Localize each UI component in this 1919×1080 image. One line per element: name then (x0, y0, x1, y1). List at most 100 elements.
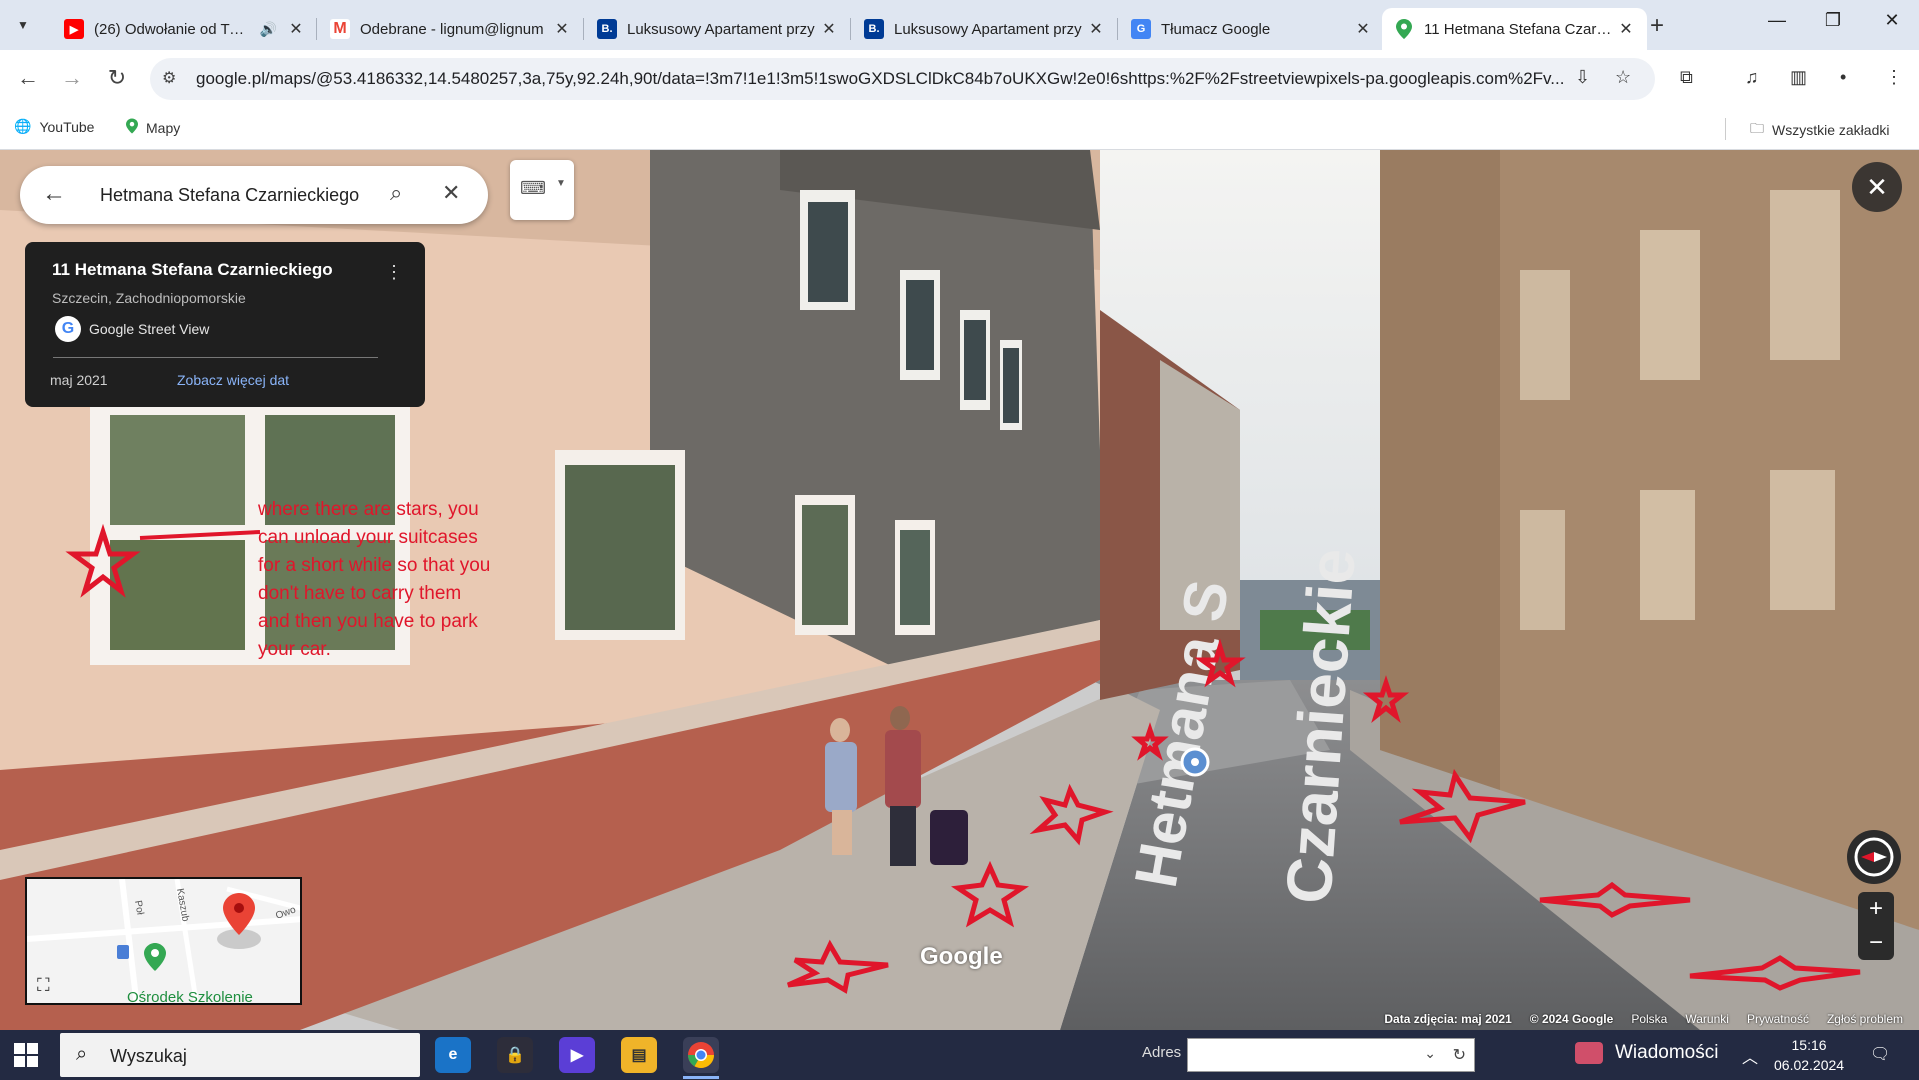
tab-title: (26) Odwołanie od Tuska! P (94, 20, 250, 38)
booking-icon: B. (864, 19, 884, 39)
close-tab-icon[interactable]: ✕ (1354, 19, 1372, 39)
address-toolbar-input[interactable]: ⌄ ↻ (1187, 1038, 1475, 1072)
url-text[interactable]: google.pl/maps/@53.4186332,14.5480257,3a… (196, 69, 1586, 89)
site-info-icon[interactable]: ⚙ (162, 68, 176, 88)
zoom-out-button[interactable]: − (1858, 926, 1894, 960)
annotation-text: where there are stars, you can unload yo… (258, 499, 491, 660)
clock-time: 15:16 (1791, 1037, 1827, 1053)
keyboard-icon: ⌨ (520, 178, 546, 198)
refresh-icon[interactable]: ↻ (1453, 1045, 1466, 1065)
address-toolbar-label: Adres (1142, 1044, 1182, 1061)
minimap-street-label: Kaszub (174, 888, 191, 923)
tab-strip: ▼ ▶ (26) Odwołanie od Tuska! P 🔊 ✕ M Ode… (0, 0, 1919, 50)
globe-icon: 🌐 (14, 118, 32, 134)
tab-separator (583, 18, 584, 40)
footer-link-terms[interactable]: Warunki (1685, 1012, 1729, 1026)
place-subtitle: Szczecin, Zachodniopomorskie (52, 290, 246, 306)
tab-maps-active[interactable]: 11 Hetmana Stefana Czarnieckiego ✕ (1382, 8, 1647, 50)
media-player-icon[interactable]: ▶ (559, 1037, 595, 1073)
tab-gmail[interactable]: M Odebrane - lignum@lignum ✕ (318, 8, 583, 50)
minimize-icon[interactable]: — (1757, 10, 1797, 31)
bookmark-youtube[interactable]: 🌐 YouTube (14, 118, 94, 135)
zoom-in-button[interactable]: + (1858, 892, 1894, 926)
bookmark-star-icon[interactable]: ☆ (1615, 67, 1631, 88)
windows-start-icon[interactable] (14, 1043, 38, 1067)
tray-chevron-icon[interactable]: ︿ (1742, 1044, 1758, 1068)
new-tab-button[interactable]: + (1650, 12, 1664, 40)
taskbar-search-box[interactable]: ⌕ Wyszukaj (60, 1033, 420, 1077)
tab-booking-1[interactable]: B. Luksusowy Apartament przy ✕ (585, 8, 850, 50)
side-panel-icon[interactable]: ▥ (1790, 67, 1807, 88)
search-input[interactable] (100, 180, 390, 210)
chevron-down-icon[interactable]: ⌄ (1424, 1045, 1436, 1062)
bookmark-mapy[interactable]: Mapy (126, 118, 180, 137)
news-widget[interactable]: Wiadomości (1575, 1042, 1718, 1064)
tab-booking-2[interactable]: B. Luksusowy Apartament przy ✕ (852, 8, 1117, 50)
tab-title: Luksusowy Apartament przy (894, 20, 1082, 38)
search-icon: ⌕ (76, 1043, 88, 1065)
extensions-icon[interactable]: ⧉ (1680, 67, 1693, 88)
maps-search-box: ← ⌕ ✕ (20, 166, 488, 224)
notification-icon[interactable]: 🗨 (1870, 1044, 1890, 1064)
close-tab-icon[interactable]: ✕ (820, 19, 838, 39)
clear-icon[interactable]: ✕ (442, 180, 460, 206)
news-label: Wiadomości (1615, 1042, 1719, 1063)
tab-separator (1117, 18, 1118, 40)
close-tab-icon[interactable]: ✕ (1617, 19, 1635, 39)
tab-separator (316, 18, 317, 40)
place-title: 11 Hetmana Stefana Czarnieckiego (52, 260, 333, 279)
see-more-dates-link[interactable]: Zobacz więcej dat (177, 372, 289, 388)
tab-separator (850, 18, 851, 40)
mini-map[interactable]: Poł Kaszub Owo ⛶ Ośrodek Szkolenie (25, 877, 302, 1005)
close-street-view-button[interactable]: ✕ (1852, 162, 1902, 212)
footer-link-country[interactable]: Polska (1631, 1012, 1667, 1026)
address-bar[interactable]: ⚙ google.pl/maps/@53.4186332,14.5480257,… (150, 58, 1655, 100)
footer-link-report[interactable]: Zgłoś problem (1827, 1012, 1903, 1026)
minimap-place-label: Ośrodek Szkolenie (127, 989, 253, 1005)
bookmarks-bar: 🌐 YouTube Mapy 🗀 Wszystkie zakładki (0, 108, 1919, 150)
lock-app-icon[interactable]: 🔒 (497, 1037, 533, 1073)
install-app-icon[interactable]: ⇩ (1575, 67, 1590, 88)
tab-youtube[interactable]: ▶ (26) Odwołanie od Tuska! P 🔊 ✕ (52, 8, 317, 50)
all-bookmarks-button[interactable]: 🗀 Wszystkie zakładki (1750, 118, 1889, 142)
footer-link-privacy[interactable]: Prywatność (1747, 1012, 1809, 1026)
more-options-icon[interactable]: ⋮ (385, 262, 403, 283)
edge-icon[interactable]: e (435, 1037, 471, 1073)
back-arrow-icon[interactable]: ← (42, 180, 66, 208)
photo-date: Data zdjęcia: maj 2021 (1384, 1012, 1512, 1026)
forward-icon[interactable]: → (58, 64, 86, 92)
reload-icon[interactable]: ↻ (103, 64, 131, 92)
speaker-icon[interactable]: 🔊 (260, 21, 277, 38)
red-pin-icon (223, 893, 255, 935)
street-view-panorama[interactable]: Hetmana S Czarnieckie ← Hetmana Stefana … (0, 150, 1919, 1030)
copyright: © 2024 Google (1529, 1012, 1614, 1026)
street-view-source: G Google Street View (55, 316, 209, 342)
compass-button[interactable] (1847, 830, 1901, 884)
chrome-icon[interactable] (683, 1037, 719, 1073)
close-tab-icon[interactable]: ✕ (287, 19, 305, 39)
window-close-icon[interactable]: ✕ (1872, 10, 1912, 31)
maps-pin-icon (1394, 19, 1414, 39)
back-icon[interactable]: ← (14, 64, 42, 92)
menu-icon[interactable]: ⋮ (1885, 67, 1903, 88)
profile-icon[interactable]: • (1840, 67, 1846, 88)
tab-translate[interactable]: G Tłumacz Google ✕ (1119, 8, 1384, 50)
close-tab-icon[interactable]: ✕ (1087, 19, 1105, 39)
taskbar-clock[interactable]: 15:16 06.02.2024 (1774, 1035, 1844, 1075)
mini-map-streets: Poł Kaszub Owo (27, 879, 300, 1003)
tab-search-button[interactable]: ▼ (8, 10, 38, 40)
file-explorer-icon[interactable]: ▤ (621, 1037, 657, 1073)
tab-title: Odebrane - lignum@lignum (360, 20, 544, 38)
restore-icon[interactable]: ❐ (1813, 10, 1853, 31)
close-tab-icon[interactable]: ✕ (553, 19, 571, 39)
input-tools-button[interactable]: ⌨ ▼ (510, 160, 574, 220)
folder-icon: 🗀 (1750, 120, 1764, 136)
street-view-footer: Data zdjęcia: maj 2021 © 2024 Google Pol… (0, 1010, 1919, 1030)
media-control-icon[interactable]: ♫ (1745, 67, 1759, 88)
search-icon[interactable]: ⌕ (390, 180, 402, 206)
chevron-down-icon: ▼ (556, 178, 566, 189)
bookmark-label: YouTube (39, 118, 95, 135)
taskbar-search-placeholder: Wyszukaj (110, 1046, 187, 1066)
tab-title: Luksusowy Apartament przy (627, 20, 815, 38)
expand-map-icon[interactable]: ⛶ (37, 975, 50, 996)
